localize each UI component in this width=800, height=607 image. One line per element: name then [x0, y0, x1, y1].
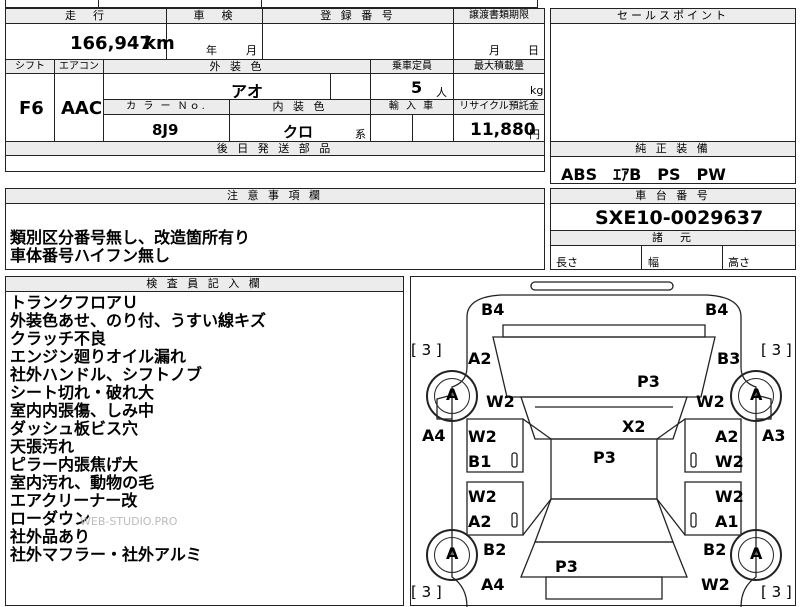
car-diagram-box: A A A A [ 3 ] [ 3 ] [ 3 ] [ 3 ] B4 B4 A2…: [410, 276, 796, 607]
interior-color-header: 内 装 色: [229, 99, 371, 115]
damage-mark: A2: [468, 512, 492, 531]
tire-tread-mark: [ 3 ]: [411, 583, 442, 601]
inspector-line: エンジン廻りオイル漏れ: [10, 347, 187, 366]
tire-tread-mark: [ 3 ]: [761, 583, 792, 601]
ac-header: エアコン: [54, 59, 104, 74]
inspector-line: 社外品あり: [10, 527, 91, 546]
watermark: WEB-STUDIO.PRO: [80, 515, 178, 528]
inspector-line: 天張汚れ: [10, 437, 75, 456]
notes-line: 類別区分番号無し、改造箇所有り: [10, 228, 251, 247]
color-no-header: カ ラ ー Ｎｏ.: [103, 99, 230, 115]
capacity-header: 乗車定員: [370, 59, 454, 74]
sales-point-box: [550, 8, 796, 184]
genuine-equipment-value: ABS ｴｱB PS PW: [561, 165, 726, 184]
damage-mark: B2: [703, 540, 727, 559]
interior-color-value: クロ: [283, 123, 314, 141]
damage-mark: P3: [637, 372, 660, 391]
damage-mark: A2: [468, 349, 492, 368]
capacity-unit: 人: [436, 86, 447, 99]
inspector-line: 外装色あせ、のり付、うすい線キズ: [10, 311, 267, 330]
color-no-value: 8J9: [152, 121, 179, 139]
tire-tread-mark: [ 3 ]: [761, 341, 792, 359]
inspection-month-label: 月: [246, 44, 257, 57]
specs-header: 諸 元: [550, 230, 796, 246]
capacity-value: 5: [411, 78, 423, 97]
transfer-deadline-header: 譲渡書類期限: [453, 8, 545, 24]
inspector-line: 室内汚れ、動物の毛: [10, 473, 155, 492]
genuine-equipment-header: 純 正 装 備: [550, 141, 796, 157]
inspector-line: ダッシュ板ビス穴: [10, 419, 139, 438]
import-header: 輸 入 車: [370, 99, 454, 115]
damage-mark: A1: [715, 512, 739, 531]
damage-mark: B3: [717, 349, 741, 368]
max-load-header: 最大積載量: [453, 59, 545, 74]
damage-mark: A2: [715, 427, 739, 446]
exterior-color-header: 外 装 色: [103, 59, 371, 74]
damage-mark: W2: [486, 392, 515, 411]
ac-value: AAC: [61, 98, 103, 119]
sales-point-header: セールスポイント: [550, 8, 796, 24]
damage-mark: A3: [762, 426, 786, 445]
inspector-notes-header: 検 査 員 記 入 欄: [5, 276, 404, 292]
recycle-amount-value: 11,880: [470, 120, 536, 140]
damage-mark: W2: [715, 452, 744, 471]
inspector-line: クラッチ不良: [10, 329, 107, 348]
damage-mark: X2: [622, 417, 646, 436]
damage-mark: B4: [481, 300, 505, 319]
tire-label: A: [446, 544, 459, 563]
inspector-line: トランクフロアＵ: [10, 293, 139, 312]
inspection-header: 車 検: [166, 8, 263, 24]
recycle-amount-unit: 円: [529, 128, 540, 141]
interior-color-suffix: 系: [355, 128, 366, 141]
damage-mark: W2: [715, 487, 744, 506]
tire-tread-mark: [ 3 ]: [411, 341, 442, 359]
inspection-year-label: 年: [206, 44, 217, 57]
height-label: 高さ: [728, 256, 750, 269]
notes-header: 注 意 事 項 欄: [5, 188, 545, 204]
registration-header: 登 録 番 号: [262, 8, 454, 24]
damage-mark: B4: [705, 300, 729, 319]
damage-mark: A4: [481, 575, 505, 594]
width-label: 幅: [648, 256, 659, 269]
inspector-line: シート切れ・破れ大: [10, 383, 155, 402]
inspector-line: エアクリーナー改: [10, 491, 138, 510]
tire-label: A: [750, 385, 763, 404]
damage-mark: A4: [422, 426, 446, 445]
damage-mark: B1: [468, 452, 492, 471]
top-partial-row: [5, 0, 538, 8]
mileage-unit: km: [144, 33, 175, 54]
mileage-header: 走 行: [5, 8, 167, 24]
notes-lines: 類別区分番号無し、改造箇所有り 車体番号ハイフン無し: [10, 229, 250, 265]
max-load-unit: kg: [530, 84, 544, 97]
tire-label: A: [750, 544, 763, 563]
inspector-line: 社外ハンドル、シフトノブ: [10, 365, 203, 384]
later-parts-header: 後 日 発 送 部 品: [5, 141, 545, 156]
shift-value: F6: [19, 98, 44, 119]
damage-mark: W2: [468, 427, 497, 446]
damage-mark: W2: [696, 392, 725, 411]
chassis-number-header: 車 台 番 号: [550, 188, 796, 204]
inspector-line: 室内内張傷、しみ中: [10, 401, 155, 420]
notes-line: 車体番号ハイフン無し: [10, 246, 171, 265]
inspector-line: 社外マフラー・社外アルミ: [10, 545, 202, 564]
damage-mark: P3: [555, 557, 578, 576]
transfer-day-label: 日: [528, 44, 539, 57]
damage-mark: W2: [468, 487, 497, 506]
mileage-value: 166,947: [70, 33, 152, 54]
chassis-number-value: SXE10-0029637: [595, 207, 764, 229]
damage-mark: P3: [593, 448, 616, 467]
shift-header: シフト: [5, 59, 55, 74]
inspector-line: ピラー内張焦げ大: [10, 455, 139, 474]
length-label: 長さ: [556, 256, 578, 269]
damage-mark: W2: [701, 575, 730, 594]
transfer-month-label: 月: [489, 44, 500, 57]
damage-mark: B2: [483, 540, 507, 559]
tire-label: A: [446, 385, 459, 404]
recycle-deposit-header: リサイクル預託金: [453, 99, 545, 115]
